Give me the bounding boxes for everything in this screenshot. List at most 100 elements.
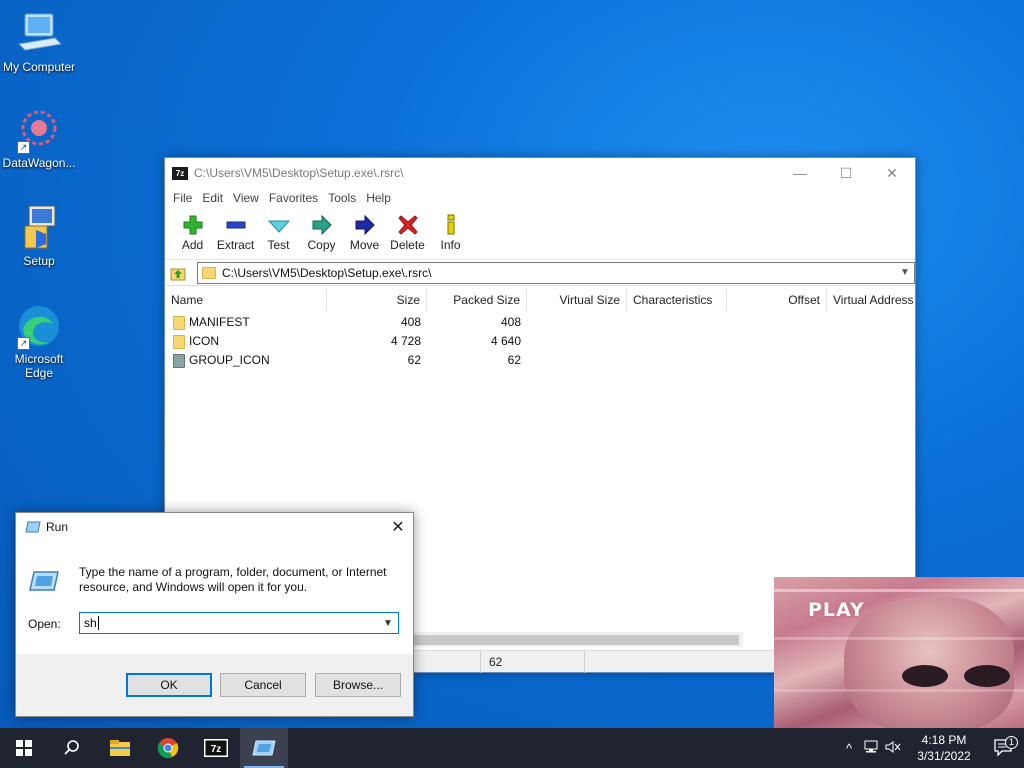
cancel-button[interactable]: Cancel bbox=[220, 673, 306, 697]
status-segment bbox=[585, 651, 785, 673]
test-button[interactable]: Test bbox=[257, 212, 300, 252]
open-label: Open: bbox=[28, 617, 61, 631]
list-header: Name Size Packed Size Virtual Size Chara… bbox=[165, 289, 915, 313]
extract-button[interactable]: Extract bbox=[214, 212, 257, 252]
video-overlay[interactable]: PLAY bbox=[774, 577, 1024, 728]
file-list: MANIFEST 408 408 ICON 4 728 4 640 GROUP_… bbox=[165, 313, 915, 370]
address-combo[interactable]: C:\Users\VM5\Desktop\Setup.exe\.rsrc\ ▼ bbox=[197, 261, 915, 284]
copy-label: Copy bbox=[307, 238, 336, 252]
col-name[interactable]: Name bbox=[165, 289, 327, 311]
folder-up-button[interactable] bbox=[169, 264, 187, 282]
text-caret bbox=[97, 616, 99, 630]
menu-bar: File Edit View Favorites Tools Help bbox=[165, 188, 915, 208]
menu-view[interactable]: View bbox=[228, 191, 264, 205]
row-packed: 408 bbox=[500, 315, 521, 329]
info-label: Info bbox=[440, 238, 461, 252]
menu-help[interactable]: Help bbox=[361, 191, 396, 205]
video-eye-shape bbox=[964, 665, 1010, 687]
plus-icon bbox=[183, 215, 202, 235]
shortcut-arrow-icon: ↗ bbox=[17, 141, 30, 154]
folder-icon bbox=[173, 315, 185, 330]
menu-file[interactable]: File bbox=[168, 191, 197, 205]
close-button[interactable]: ✕ bbox=[383, 517, 413, 537]
browse-button[interactable]: Browse... bbox=[315, 673, 401, 697]
double-arrow-icon bbox=[312, 214, 332, 236]
table-row[interactable]: GROUP_ICON 62 62 bbox=[165, 351, 915, 370]
chevron-down-icon[interactable]: ▼ bbox=[378, 618, 398, 629]
move-button[interactable]: Move bbox=[343, 212, 386, 252]
toolbar: Add Extract Test Copy Move Delete Info bbox=[165, 208, 915, 260]
horizontal-scrollbar[interactable] bbox=[413, 632, 743, 647]
delete-label: Delete bbox=[390, 238, 425, 252]
chrome-button[interactable] bbox=[144, 728, 192, 768]
col-virtual-address[interactable]: Virtual Address bbox=[827, 289, 915, 311]
7zip-taskbar-button[interactable]: 7z bbox=[192, 728, 240, 768]
desktop-icon-label: Microsoft Edge bbox=[14, 352, 64, 380]
desktop-icon-label: DataWagon... bbox=[2, 156, 76, 170]
menu-edit[interactable]: Edit bbox=[197, 191, 228, 205]
col-offset[interactable]: Offset bbox=[727, 289, 827, 311]
menu-tools[interactable]: Tools bbox=[323, 191, 361, 205]
info-button[interactable]: Info bbox=[429, 212, 472, 252]
col-virtual-size[interactable]: Virtual Size bbox=[527, 289, 627, 311]
folder-icon bbox=[173, 334, 185, 349]
network-icon[interactable] bbox=[860, 740, 882, 757]
chevron-down-icon[interactable]: ▼ bbox=[896, 267, 914, 278]
col-characteristics[interactable]: Characteristics bbox=[627, 289, 727, 311]
start-button[interactable] bbox=[0, 728, 48, 768]
file-explorer-button[interactable] bbox=[96, 728, 144, 768]
system-tray: ^ 4:18 PM 3/31/2022 1 bbox=[838, 728, 1024, 768]
start-icon bbox=[16, 740, 32, 756]
copy-button[interactable]: Copy bbox=[300, 212, 343, 252]
notification-badge: 1 bbox=[1005, 736, 1018, 749]
row-size: 62 bbox=[407, 353, 421, 367]
minimize-button[interactable]: — bbox=[777, 158, 823, 188]
taskbar: 7z ^ 4:18 PM 3/31/2022 1 bbox=[0, 728, 1024, 768]
video-glitch-line bbox=[774, 589, 1024, 592]
desktop-icon-datawagon[interactable]: ↗ DataWagon... bbox=[0, 106, 78, 170]
desktop-icon-setup[interactable]: Setup bbox=[0, 204, 78, 268]
title-bar[interactable]: 7z C:\Users\VM5\Desktop\Setup.exe\.rsrc\… bbox=[165, 158, 915, 188]
notification-center-button[interactable]: 1 bbox=[984, 736, 1024, 757]
run-taskbar-button[interactable] bbox=[240, 728, 288, 768]
run-body: Type the name of a program, folder, docu… bbox=[16, 541, 413, 656]
7zip-icon: 7z bbox=[204, 739, 228, 757]
svg-text:7z: 7z bbox=[211, 744, 222, 755]
file-explorer-icon bbox=[110, 740, 130, 756]
table-row[interactable]: ICON 4 728 4 640 bbox=[165, 332, 915, 351]
7zip-app-icon: 7z bbox=[172, 166, 188, 180]
test-label: Test bbox=[267, 238, 290, 252]
scrollbar-thumb[interactable] bbox=[413, 635, 739, 645]
search-icon bbox=[64, 740, 79, 755]
table-row[interactable]: MANIFEST 408 408 bbox=[165, 313, 915, 332]
delete-button[interactable]: Delete bbox=[386, 212, 429, 252]
col-size[interactable]: Size bbox=[327, 289, 427, 311]
computer-icon bbox=[15, 10, 63, 58]
run-title: Run bbox=[46, 520, 69, 534]
clock[interactable]: 4:18 PM 3/31/2022 bbox=[904, 732, 984, 764]
folder-up-icon bbox=[170, 268, 186, 280]
run-icon bbox=[25, 521, 41, 533]
open-input[interactable]: sh bbox=[84, 616, 97, 630]
search-button[interactable] bbox=[48, 728, 96, 768]
ok-button[interactable]: OK bbox=[126, 673, 212, 697]
col-packed-size[interactable]: Packed Size bbox=[427, 289, 527, 311]
shortcut-arrow-icon: ↗ bbox=[17, 337, 30, 350]
row-size: 408 bbox=[400, 315, 421, 329]
volume-muted-icon[interactable] bbox=[882, 740, 904, 757]
menu-favorites[interactable]: Favorites bbox=[264, 191, 323, 205]
check-icon bbox=[267, 220, 290, 233]
desktop-icon-my-computer[interactable]: My Computer bbox=[0, 10, 78, 74]
add-button[interactable]: Add bbox=[171, 212, 214, 252]
run-title-bar[interactable]: Run ✕ bbox=[16, 513, 413, 541]
open-combo[interactable]: sh ▼ bbox=[79, 612, 399, 634]
run-description: Type the name of a program, folder, docu… bbox=[79, 565, 387, 594]
info-icon bbox=[447, 214, 454, 235]
maximize-button[interactable]: ☐ bbox=[823, 158, 869, 188]
desktop-icon-edge[interactable]: ↗ Microsoft Edge bbox=[0, 302, 78, 380]
setup-icon bbox=[15, 204, 63, 252]
row-name: MANIFEST bbox=[173, 313, 323, 332]
arrow-right-icon bbox=[355, 214, 375, 236]
close-button[interactable]: ✕ bbox=[869, 158, 915, 188]
chevron-up-icon[interactable]: ^ bbox=[838, 741, 860, 756]
